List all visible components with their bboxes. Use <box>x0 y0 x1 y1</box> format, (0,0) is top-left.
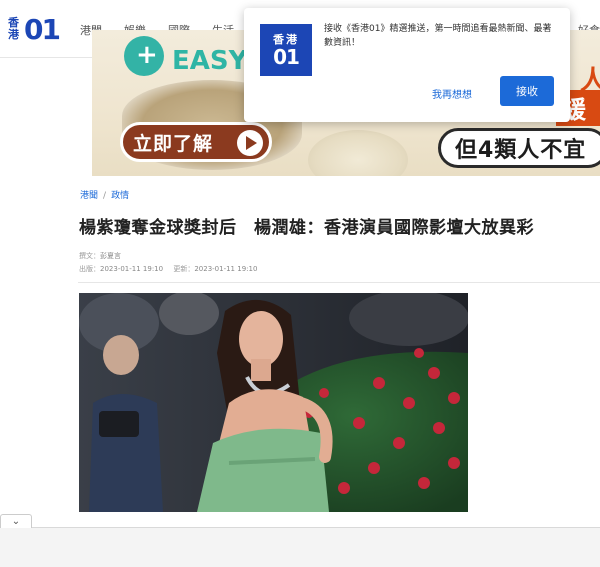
logo-number: 01 <box>24 12 61 46</box>
popup-logo-chars: 香港 <box>273 32 299 46</box>
breadcrumb-separator: / <box>103 191 107 201</box>
accept-button[interactable]: 接收 <box>500 76 554 106</box>
updated-label: 更新： <box>173 265 195 273</box>
ad-drink-bowl <box>308 130 408 176</box>
date-line: 出版：2023-01-11 19:10 更新：2023-01-11 19:10 <box>79 263 257 276</box>
expand-tab[interactable]: ⌄ <box>0 514 32 528</box>
author-line: 撰文：彭夏言 <box>79 250 257 263</box>
photo-illustration <box>79 293 468 512</box>
breadcrumb-item-politics[interactable]: 政情 <box>111 191 129 201</box>
site-logo[interactable]: 香 港 01 <box>8 12 64 46</box>
page: 香 港 01 港聞 娛樂 國際 生活 好食 EASY 立即了解 人 緩 但4類人… <box>0 0 600 567</box>
popup-logo: 香港 01 <box>260 24 312 76</box>
author-label: 撰文： <box>79 252 100 260</box>
ad-cta-button[interactable]: 立即了解 <box>120 122 272 162</box>
ad-cta-label: 立即了解 <box>133 132 214 155</box>
divider <box>78 282 600 283</box>
author-name[interactable]: 彭夏言 <box>100 252 121 260</box>
chevron-down-icon: ⌄ <box>11 515 21 527</box>
published-label: 出版： <box>79 265 100 273</box>
push-notification-dialog: 香港 01 接收《香港01》精選推送，第一時間追看最熱新聞、最著數資訊！ 我再想… <box>244 8 570 122</box>
logo-char: 港 <box>8 28 19 41</box>
footer-area <box>0 528 600 567</box>
article-photo[interactable] <box>79 293 468 512</box>
ad-plus-icon <box>124 36 164 76</box>
article-byline: 撰文：彭夏言 出版：2023-01-11 19:10 更新：2023-01-11… <box>79 250 257 276</box>
updated-date: 2023-01-11 19:10 <box>194 265 258 273</box>
breadcrumb-item-news[interactable]: 港聞 <box>80 191 98 201</box>
published-date: 2023-01-11 19:10 <box>100 265 164 273</box>
article-title: 楊紫瓊奪金球獎封后 楊潤雄：香港演員國際影壇大放異彩 <box>79 218 534 238</box>
breadcrumb: 港聞 / 政情 <box>80 188 129 201</box>
popup-message: 接收《香港01》精選推送，第一時間追看最熱新聞、最著數資訊！ <box>324 24 552 48</box>
ad-brand: EASY <box>172 46 248 76</box>
later-button[interactable]: 我再想想 <box>432 86 472 101</box>
play-icon <box>237 130 263 156</box>
ad-tagline: 但4類人不宜 <box>438 128 600 168</box>
popup-logo-number: 01 <box>273 44 300 69</box>
